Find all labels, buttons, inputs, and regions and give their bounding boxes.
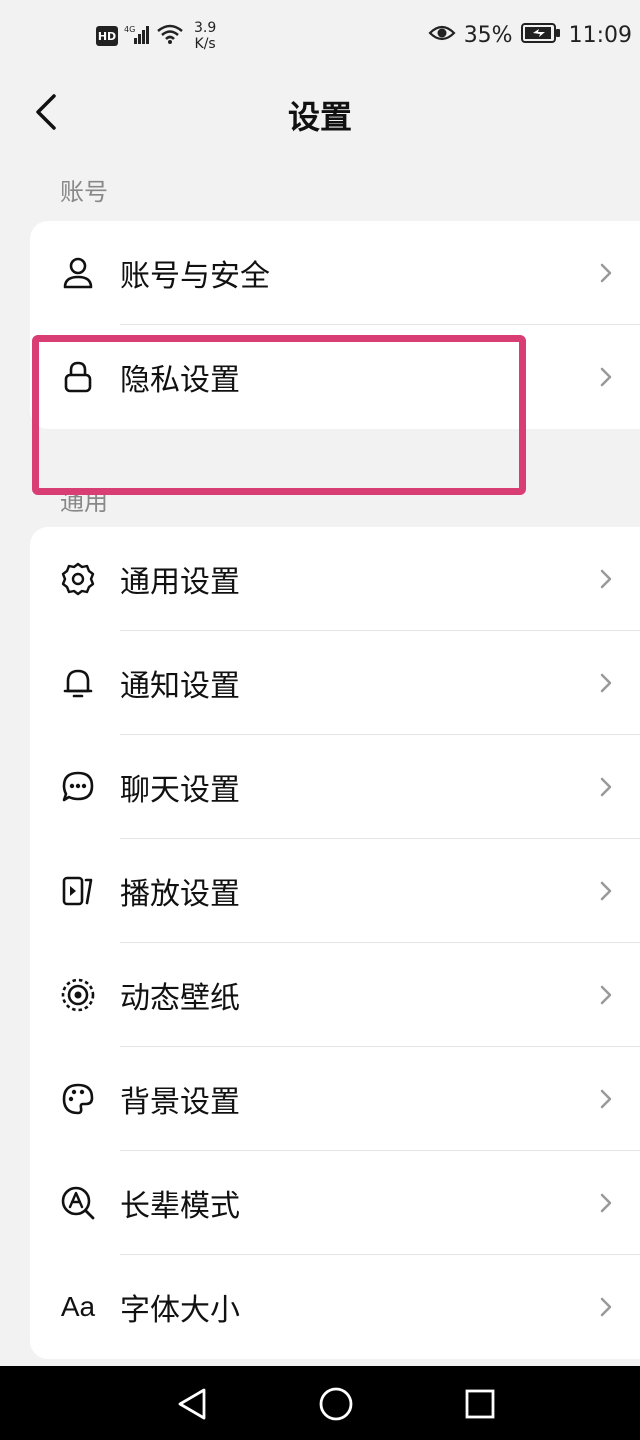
- battery-percent: 35%: [463, 22, 513, 48]
- settings-item-account-security[interactable]: 账号与安全: [30, 221, 640, 325]
- general-group: 通用设置 通知设置 聊天设置 播放设置 动态壁纸 背景设置 长辈模式 Aa 字体…: [30, 527, 640, 1359]
- battery-icon: [520, 22, 561, 48]
- gear-icon: [60, 561, 96, 597]
- elder-mode-icon: [60, 1185, 96, 1221]
- chevron-right-icon: [596, 567, 616, 591]
- triangle-back-icon: [178, 1388, 206, 1420]
- chevron-right-icon: [596, 1191, 616, 1215]
- settings-item-label: 聊天设置: [120, 773, 240, 808]
- network-speed-value: 3.9: [194, 20, 217, 36]
- eye-icon: [428, 23, 456, 47]
- settings-item-label: 长辈模式: [120, 1189, 240, 1224]
- settings-item-label: 播放设置: [120, 877, 240, 912]
- signal-icon: 4G: [124, 23, 150, 49]
- chevron-right-icon: [596, 1295, 616, 1319]
- settings-item-label: 字体大小: [120, 1293, 240, 1328]
- header: 设置: [0, 80, 640, 150]
- chevron-right-icon: [596, 983, 616, 1007]
- section-title-account: 账号: [60, 178, 108, 206]
- highlight-box: [32, 335, 526, 495]
- live-wallpaper-icon: [60, 977, 96, 1013]
- wifi-icon: [156, 23, 184, 49]
- palette-icon: [60, 1081, 96, 1117]
- font-size-icon: Aa: [60, 1289, 96, 1325]
- clock: 11:09: [568, 22, 632, 48]
- system-nav-bar: [0, 1366, 640, 1440]
- square-recents-icon: [465, 1389, 495, 1419]
- settings-item-playback[interactable]: 播放设置: [30, 839, 640, 943]
- play-settings-icon: [60, 873, 96, 909]
- hd-badge: HD: [96, 26, 118, 46]
- circle-home-icon: [319, 1387, 353, 1421]
- user-icon: [60, 255, 96, 291]
- bell-icon: [60, 665, 96, 701]
- chevron-right-icon: [596, 879, 616, 903]
- settings-item-live-wallpaper[interactable]: 动态壁纸: [30, 943, 640, 1047]
- network-speed-unit: K/s: [194, 36, 216, 52]
- settings-item-font-size[interactable]: Aa 字体大小: [30, 1255, 640, 1359]
- chat-bubble-icon: [60, 769, 96, 805]
- chevron-right-icon: [596, 261, 616, 285]
- settings-item-general[interactable]: 通用设置: [30, 527, 640, 631]
- nav-recents-button[interactable]: [460, 1384, 500, 1424]
- chevron-right-icon: [596, 365, 616, 389]
- font-size-glyph: Aa: [60, 1291, 96, 1322]
- chevron-right-icon: [596, 775, 616, 799]
- settings-item-label: 背景设置: [120, 1085, 240, 1120]
- settings-item-label: 账号与安全: [120, 259, 270, 294]
- nav-back-button[interactable]: [172, 1384, 212, 1424]
- settings-item-label: 通用设置: [120, 565, 240, 600]
- status-bar: HD 4G 3.9 K/s 35% 11:09: [0, 0, 640, 80]
- settings-item-chat[interactable]: 聊天设置: [30, 735, 640, 839]
- settings-item-label: 动态壁纸: [120, 981, 240, 1016]
- svg-text:4G: 4G: [124, 25, 135, 34]
- network-speed: 3.9 K/s: [194, 20, 216, 52]
- chevron-right-icon: [596, 1087, 616, 1111]
- settings-item-background[interactable]: 背景设置: [30, 1047, 640, 1151]
- status-right: 35% 11:09: [428, 22, 632, 48]
- status-left: HD 4G 3.9 K/s: [96, 20, 216, 52]
- settings-item-label: 通知设置: [120, 669, 240, 704]
- nav-home-button[interactable]: [316, 1384, 356, 1424]
- settings-item-elder-mode[interactable]: 长辈模式: [30, 1151, 640, 1255]
- page-title: 设置: [287, 98, 352, 136]
- settings-item-notification[interactable]: 通知设置: [30, 631, 640, 735]
- chevron-right-icon: [596, 671, 616, 695]
